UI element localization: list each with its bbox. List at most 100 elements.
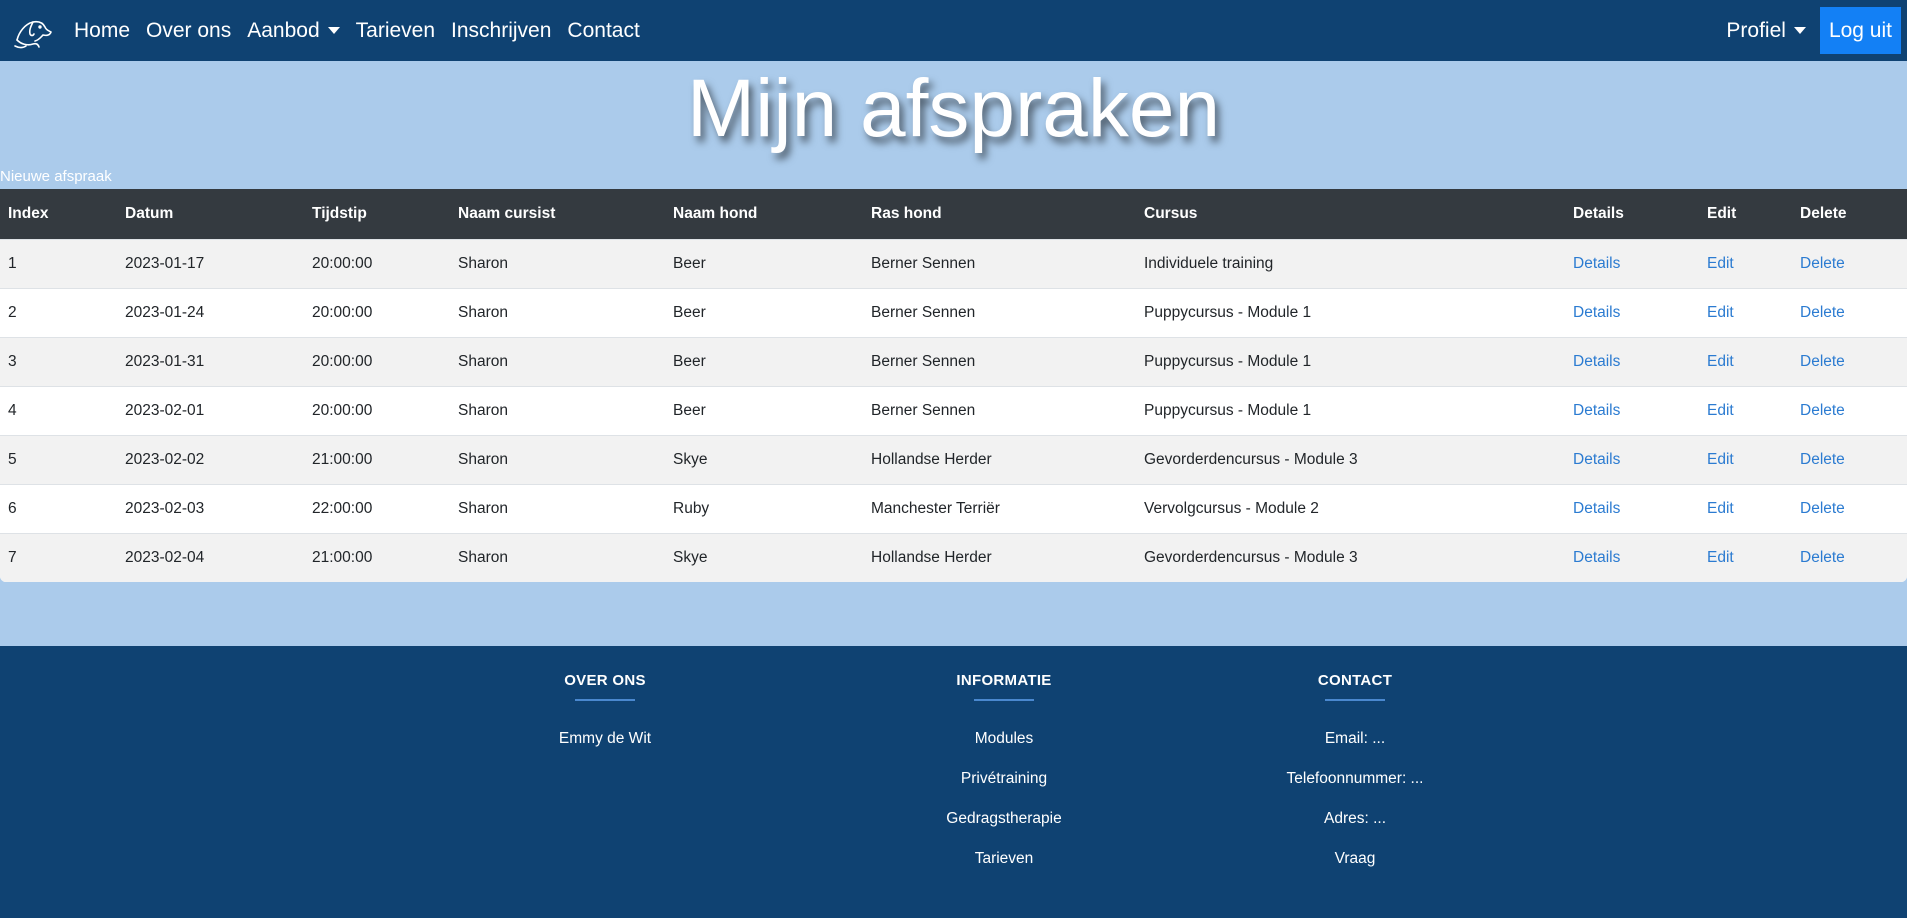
footer-item-owner[interactable]: Emmy de Wit bbox=[455, 730, 755, 748]
cell-hond: Ruby bbox=[673, 499, 710, 517]
cell-delete: Delete bbox=[1792, 533, 1907, 582]
nav-contact[interactable]: Contact bbox=[567, 19, 639, 43]
cell-index: 2 bbox=[8, 303, 17, 321]
edit-link[interactable]: Edit bbox=[1707, 353, 1734, 370]
new-appointment-link[interactable]: Nieuwe afspraak bbox=[0, 168, 112, 185]
delete-link[interactable]: Delete bbox=[1800, 500, 1845, 517]
cell-hond: Beer bbox=[673, 303, 706, 321]
cell-cursus: Puppycursus - Module 1 bbox=[1144, 401, 1312, 419]
cell-ras: Berner Sennen bbox=[871, 254, 976, 272]
details-link[interactable]: Details bbox=[1573, 500, 1620, 517]
nav-home[interactable]: Home bbox=[74, 19, 130, 43]
edit-link[interactable]: Edit bbox=[1707, 500, 1734, 517]
nav-tarieven[interactable]: Tarieven bbox=[356, 19, 435, 43]
cell-hond: Skye bbox=[673, 548, 708, 566]
edit-link[interactable]: Edit bbox=[1707, 402, 1734, 419]
cell-cursist: Sharon bbox=[458, 548, 508, 566]
cell-cursist: Sharon bbox=[458, 401, 508, 419]
cell-cursus: Vervolgcursus - Module 2 bbox=[1144, 499, 1319, 517]
details-link[interactable]: Details bbox=[1573, 402, 1620, 419]
cell-details: Details bbox=[1565, 386, 1699, 435]
cell-tijdstip: 20:00:00 bbox=[312, 401, 373, 419]
details-link[interactable]: Details bbox=[1573, 304, 1620, 321]
footer-item-vraag[interactable]: Vraag bbox=[1205, 850, 1505, 868]
cell-hond: Beer bbox=[673, 352, 706, 370]
edit-link[interactable]: Edit bbox=[1707, 255, 1734, 272]
cell-tijdstip: 20:00:00 bbox=[312, 303, 373, 321]
cell-details: Details bbox=[1565, 435, 1699, 484]
cell-tijdstip: 20:00:00 bbox=[312, 352, 373, 370]
cell-delete: Delete bbox=[1792, 239, 1907, 288]
footer-item-privetraining[interactable]: Privétraining bbox=[854, 770, 1154, 788]
cell-cursist: Sharon bbox=[458, 303, 508, 321]
delete-link[interactable]: Delete bbox=[1800, 451, 1845, 468]
header-ras-hond: Ras hond bbox=[871, 204, 942, 222]
nav-links: Home Over ons Aanbod Tarieven Inschrijve… bbox=[74, 19, 640, 43]
footer-item-email[interactable]: Email: ... bbox=[1205, 730, 1505, 748]
cell-delete: Delete bbox=[1792, 337, 1907, 386]
cell-ras: Hollandse Herder bbox=[871, 548, 992, 566]
table-row: 5 2023-02-02 21:00:00 Sharon Skye Hollan… bbox=[0, 435, 1907, 484]
nav-inschrijven[interactable]: Inschrijven bbox=[451, 19, 551, 43]
edit-link[interactable]: Edit bbox=[1707, 549, 1734, 566]
cell-index: 4 bbox=[8, 401, 17, 419]
footer-item-modules[interactable]: Modules bbox=[854, 730, 1154, 748]
cell-delete: Delete bbox=[1792, 386, 1907, 435]
table-row: 4 2023-02-01 20:00:00 Sharon Beer Berner… bbox=[0, 386, 1907, 435]
delete-link[interactable]: Delete bbox=[1800, 304, 1845, 321]
footer-item-gedragstherapie[interactable]: Gedragstherapie bbox=[854, 810, 1154, 828]
footer-item-adres[interactable]: Adres: ... bbox=[1205, 810, 1505, 828]
footer-heading-informatie: INFORMATIE bbox=[956, 672, 1052, 689]
delete-link[interactable]: Delete bbox=[1800, 402, 1845, 419]
delete-link[interactable]: Delete bbox=[1800, 255, 1845, 272]
cell-edit: Edit bbox=[1699, 288, 1792, 337]
edit-link[interactable]: Edit bbox=[1707, 304, 1734, 321]
dog-logo-icon[interactable] bbox=[10, 9, 54, 53]
cell-datum: 2023-02-02 bbox=[125, 450, 205, 468]
details-link[interactable]: Details bbox=[1573, 353, 1620, 370]
cell-cursist: Sharon bbox=[458, 254, 508, 272]
cell-cursus: Puppycursus - Module 1 bbox=[1144, 352, 1312, 370]
cell-datum: 2023-01-17 bbox=[125, 254, 205, 272]
footer-over-ons: OVER ONS Emmy de Wit bbox=[455, 672, 755, 748]
cell-details: Details bbox=[1565, 337, 1699, 386]
cell-datum: 2023-02-03 bbox=[125, 499, 205, 517]
cell-index: 3 bbox=[8, 352, 17, 370]
details-link[interactable]: Details bbox=[1573, 451, 1620, 468]
footer-informatie: INFORMATIE Modules Privétraining Gedrags… bbox=[854, 672, 1154, 868]
logout-button[interactable]: Log uit bbox=[1819, 7, 1901, 54]
cell-ras: Berner Sennen bbox=[871, 401, 976, 419]
header-cursus: Cursus bbox=[1144, 204, 1198, 222]
delete-link[interactable]: Delete bbox=[1800, 353, 1845, 370]
appointments-table: Index Datum Tijdstip Naam cursist Naam h… bbox=[0, 189, 1907, 582]
details-link[interactable]: Details bbox=[1573, 255, 1620, 272]
nav-over-ons[interactable]: Over ons bbox=[146, 19, 231, 43]
cell-index: 7 bbox=[8, 548, 17, 566]
footer-heading-contact: CONTACT bbox=[1317, 672, 1393, 689]
footer: OVER ONS Emmy de Wit INFORMATIE Modules … bbox=[0, 646, 1907, 918]
cell-ras: Berner Sennen bbox=[871, 352, 976, 370]
header-details: Details bbox=[1573, 204, 1624, 222]
cell-datum: 2023-01-31 bbox=[125, 352, 205, 370]
cell-datum: 2023-02-01 bbox=[125, 401, 205, 419]
edit-link[interactable]: Edit bbox=[1707, 451, 1734, 468]
delete-link[interactable]: Delete bbox=[1800, 549, 1845, 566]
footer-item-tarieven[interactable]: Tarieven bbox=[854, 850, 1154, 868]
nav-right: Profiel Log uit bbox=[1726, 0, 1901, 61]
cell-ras: Hollandse Herder bbox=[871, 450, 992, 468]
nav-aanbod-dropdown[interactable]: Aanbod bbox=[247, 18, 340, 43]
footer-item-telefoon[interactable]: Telefoonnummer: ... bbox=[1205, 770, 1505, 788]
cell-edit: Edit bbox=[1699, 337, 1792, 386]
details-link[interactable]: Details bbox=[1573, 549, 1620, 566]
cell-details: Details bbox=[1565, 484, 1699, 533]
cell-hond: Beer bbox=[673, 401, 706, 419]
cell-tijdstip: 21:00:00 bbox=[312, 450, 373, 468]
cell-delete: Delete bbox=[1792, 484, 1907, 533]
profile-dropdown[interactable]: Profiel bbox=[1726, 19, 1806, 43]
cell-index: 6 bbox=[8, 499, 17, 517]
cell-cursist: Sharon bbox=[458, 499, 508, 517]
nav-aanbod-label: Aanbod bbox=[247, 18, 320, 42]
footer-underline bbox=[1325, 699, 1385, 701]
cell-datum: 2023-01-24 bbox=[125, 303, 205, 321]
cell-tijdstip: 20:00:00 bbox=[312, 254, 373, 272]
